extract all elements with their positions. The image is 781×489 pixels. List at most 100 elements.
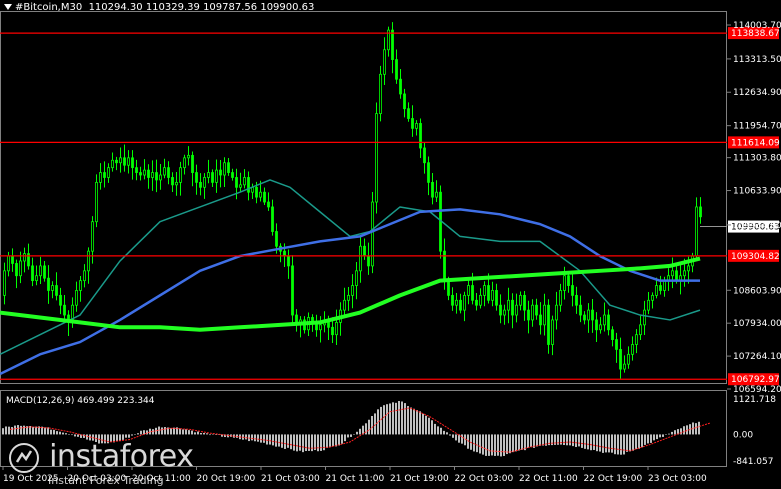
candle-body [7,255,10,272]
candle-body [615,339,618,350]
price-tick-label: 109934.00 [733,221,781,231]
candle-body [423,147,426,164]
price-chart[interactable]: 113838.67111614.09109304.82106792.971099… [0,0,781,489]
macd-histogram-bar [437,426,439,435]
macd-histogram-bar [572,434,574,447]
candle-body [119,157,122,164]
macd-histogram-bar [404,403,406,435]
logo-tagline: Instant Forex Trading [48,474,164,487]
candle-body [631,344,634,355]
macd-histogram-bar [251,434,253,441]
macd-histogram-bar [320,434,322,451]
candle-body [127,157,130,166]
macd-histogram-bar [11,427,13,435]
macd-histogram-bar [686,425,688,435]
candle-body [367,255,370,267]
macd-histogram-bar [641,434,643,448]
macd-histogram-bar [665,434,667,435]
macd-histogram-bar [134,434,136,435]
macd-histogram-bar [638,434,640,449]
macd-histogram-bar [584,434,586,449]
chart-header: #Bitcoin,M30 110294.30 110329.39 109787.… [4,2,314,13]
macd-histogram-bar [68,434,70,435]
macd-histogram-bar [374,413,376,435]
macd-histogram-bar [605,434,607,453]
macd-histogram-bar [71,434,73,436]
moving-averages [0,179,701,376]
macd-histogram-bar [20,425,22,435]
macd-histogram-bar [347,434,349,438]
macd-histogram-bar [662,434,664,437]
macd-histogram-bar [674,430,676,435]
candle-body [215,169,218,183]
candle-body [159,174,162,181]
macd-histogram-bar [461,434,463,444]
candle-body [275,231,278,247]
macd-histogram-bar [425,415,427,435]
candle-body [559,290,562,306]
macd-histogram-bar [56,431,58,435]
candle-body [267,201,270,208]
candle-body [551,319,554,345]
macd-histogram-bar [416,410,418,435]
candle-body [403,93,406,110]
candle-body [643,309,646,326]
macd-histogram-bar [650,434,652,443]
candle-body [563,275,566,291]
macd-histogram-bar [614,434,616,455]
candle-body [619,349,622,370]
candle-body [75,290,78,306]
candle-body [235,177,238,188]
candle-body [239,184,242,188]
time-tick-label: 21 Oct 03:00 [261,474,320,484]
candle-body [499,304,502,316]
macd-histogram-bar [341,434,343,444]
macd-histogram-bar [17,425,19,435]
macd-histogram-bar [500,434,502,457]
macd-histogram-bar [446,432,448,435]
macd-histogram-bar [65,433,67,435]
candle-body [123,157,126,166]
candle-body [11,255,14,264]
macd-histogram-bar [161,427,163,435]
candle-body [211,172,214,183]
candle-body [359,245,362,272]
candle-body [179,167,182,183]
candle-body [287,255,290,267]
candle-body [595,319,598,331]
macd-histogram-bar [632,434,634,451]
macd-histogram-bar [362,425,364,435]
macd-histogram-bar [302,434,304,453]
macd-histogram-bar [647,434,649,444]
price-tick-label: 107934.00 [733,319,781,329]
macd-histogram-bar [305,434,307,451]
macd-histogram-bar [287,434,289,448]
candle-body [103,172,106,178]
price-tick-label: 108603.90 [733,286,781,296]
macd-histogram-bar [254,434,256,442]
macd-histogram-bar [2,428,4,435]
logo-name: instaforex [49,439,194,474]
candle-body [95,181,98,223]
candle-body [611,329,614,340]
macd-histogram-bar [143,430,145,435]
macd-histogram-bar [356,431,358,435]
macd-histogram-bar [668,433,670,435]
candle-body [675,270,678,282]
candle-body [547,304,550,345]
candle-body [247,177,250,193]
macd-histogram-bar [608,434,610,453]
macd-histogram-bar [170,428,172,435]
candle-body [683,270,686,277]
macd-histogram-bar [317,434,319,452]
dropdown-icon[interactable] [4,4,12,10]
macd-histogram-bar [620,434,622,455]
macd-histogram-bar [479,434,481,454]
candle-body [43,265,46,279]
macd-histogram-bar [698,421,700,435]
macd-histogram-bar [434,423,436,435]
macd-histogram-bar [290,434,292,450]
candle-body [603,314,606,326]
macd-histogram-bar [203,432,205,435]
candle-body [571,285,574,296]
